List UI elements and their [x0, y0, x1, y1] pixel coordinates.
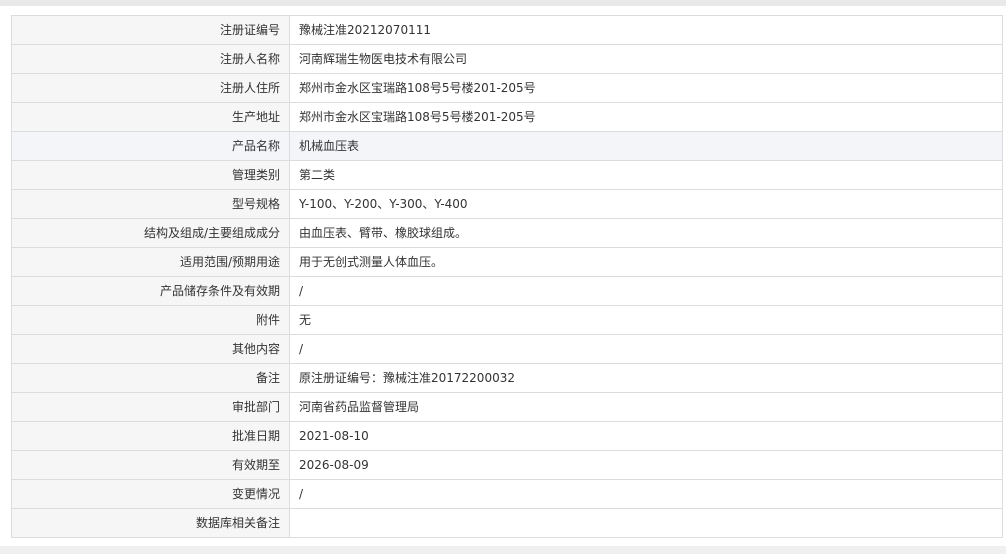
field-value: / [289, 276, 1003, 306]
field-label: 备注 [11, 363, 290, 393]
field-label: 注册人名称 [11, 44, 290, 74]
table-row: 注册证编号 豫械注准20212070111 [11, 15, 1003, 45]
field-value: Y-100、Y-200、Y-300、Y-400 [289, 189, 1003, 219]
table-row: 审批部门 河南省药品监督管理局 [11, 392, 1003, 422]
field-value: 由血压表、臂带、橡胶球组成。 [289, 218, 1003, 248]
table-row: 注册人名称 河南辉瑞生物医电技术有限公司 [11, 44, 1003, 74]
field-value: 豫械注准20212070111 [289, 15, 1003, 45]
field-label: 产品储存条件及有效期 [11, 276, 290, 306]
table-row: 注册人住所 郑州市金水区宝瑞路108号5号楼201-205号 [11, 73, 1003, 103]
field-value: 河南省药品监督管理局 [289, 392, 1003, 422]
field-label: 产品名称 [11, 131, 290, 161]
field-label: 附件 [11, 305, 290, 335]
field-value [289, 508, 1003, 538]
table-row: 管理类别 第二类 [11, 160, 1003, 190]
registration-detail-panel: 注册证编号 豫械注准20212070111 注册人名称 河南辉瑞生物医电技术有限… [11, 15, 1003, 538]
table-row: 产品名称 机械血压表 [11, 131, 1003, 161]
field-label: 注册人住所 [11, 73, 290, 103]
field-label: 数据库相关备注 [11, 508, 290, 538]
field-value: / [289, 334, 1003, 364]
table-row: 有效期至 2026-08-09 [11, 450, 1003, 480]
field-value: 郑州市金水区宝瑞路108号5号楼201-205号 [289, 102, 1003, 132]
field-value: 河南辉瑞生物医电技术有限公司 [289, 44, 1003, 74]
field-label: 注册证编号 [11, 15, 290, 45]
field-label: 其他内容 [11, 334, 290, 364]
field-value: 2026-08-09 [289, 450, 1003, 480]
field-label: 适用范围/预期用途 [11, 247, 290, 277]
field-value: 用于无创式测量人体血压。 [289, 247, 1003, 277]
field-label: 结构及组成/主要组成成分 [11, 218, 290, 248]
field-label: 审批部门 [11, 392, 290, 422]
field-label: 生产地址 [11, 102, 290, 132]
registration-detail-table: 注册证编号 豫械注准20212070111 注册人名称 河南辉瑞生物医电技术有限… [11, 15, 1003, 538]
field-label: 管理类别 [11, 160, 290, 190]
table-row: 结构及组成/主要组成成分 由血压表、臂带、橡胶球组成。 [11, 218, 1003, 248]
top-divider [0, 0, 1006, 6]
table-row: 批准日期 2021-08-10 [11, 421, 1003, 451]
table-row: 备注 原注册证编号：豫械注准20172200032 [11, 363, 1003, 393]
table-row: 其他内容 / [11, 334, 1003, 364]
field-label: 型号规格 [11, 189, 290, 219]
table-row: 生产地址 郑州市金水区宝瑞路108号5号楼201-205号 [11, 102, 1003, 132]
field-value: / [289, 479, 1003, 509]
field-value: 机械血压表 [289, 131, 1003, 161]
field-label: 有效期至 [11, 450, 290, 480]
table-row: 适用范围/预期用途 用于无创式测量人体血压。 [11, 247, 1003, 277]
table-row: 附件 无 [11, 305, 1003, 335]
field-value: 第二类 [289, 160, 1003, 190]
table-row: 型号规格 Y-100、Y-200、Y-300、Y-400 [11, 189, 1003, 219]
field-value: 无 [289, 305, 1003, 335]
table-row: 数据库相关备注 [11, 508, 1003, 538]
field-value: 2021-08-10 [289, 421, 1003, 451]
table-row: 变更情况 / [11, 479, 1003, 509]
field-label: 变更情况 [11, 479, 290, 509]
field-value: 郑州市金水区宝瑞路108号5号楼201-205号 [289, 73, 1003, 103]
bottom-divider [0, 546, 1006, 554]
table-row: 产品储存条件及有效期 / [11, 276, 1003, 306]
field-value: 原注册证编号：豫械注准20172200032 [289, 363, 1003, 393]
field-label: 批准日期 [11, 421, 290, 451]
